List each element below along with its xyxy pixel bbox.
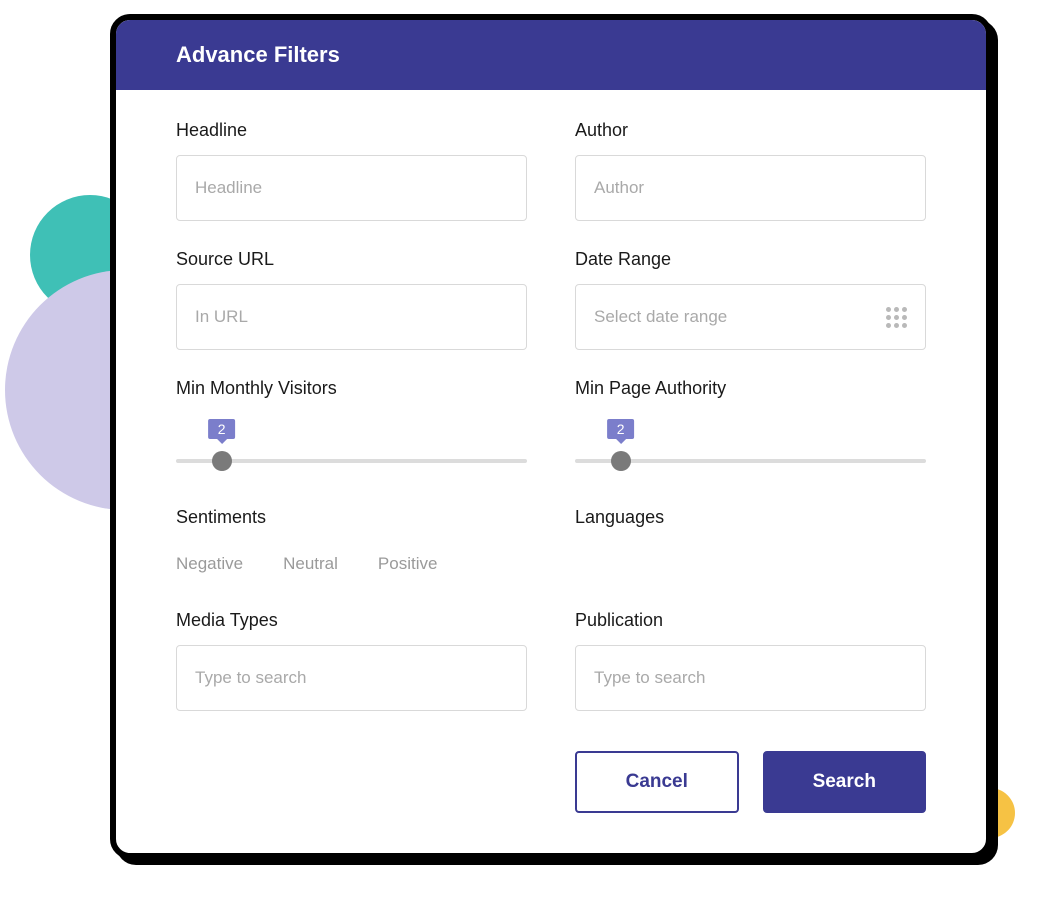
advance-filters-modal: Advance Filters Headline Author Source U… xyxy=(110,14,992,859)
cancel-button[interactable]: Cancel xyxy=(575,751,739,813)
min-visitors-label: Min Monthly Visitors xyxy=(176,378,527,399)
modal-body: Headline Author Source URL Date Range Se… xyxy=(116,90,986,853)
publication-input[interactable] xyxy=(575,645,926,711)
calendar-icon xyxy=(886,307,907,328)
source-url-input[interactable] xyxy=(176,284,527,350)
field-headline: Headline xyxy=(176,120,527,221)
field-sentiments: Sentiments Negative Neutral Positive xyxy=(176,507,527,582)
search-button[interactable]: Search xyxy=(763,751,927,813)
media-types-label: Media Types xyxy=(176,610,527,631)
modal-header: Advance Filters xyxy=(116,20,986,90)
date-range-placeholder: Select date range xyxy=(594,307,727,327)
min-authority-label: Min Page Authority xyxy=(575,378,926,399)
sentiment-chip-negative[interactable]: Negative xyxy=(176,548,243,580)
min-visitors-tooltip: 2 xyxy=(208,419,236,439)
author-input[interactable] xyxy=(575,155,926,221)
author-label: Author xyxy=(575,120,926,141)
publication-label: Publication xyxy=(575,610,926,631)
field-source-url: Source URL xyxy=(176,249,527,350)
headline-label: Headline xyxy=(176,120,527,141)
min-visitors-handle[interactable] xyxy=(212,451,232,471)
languages-label: Languages xyxy=(575,507,926,528)
field-publication: Publication xyxy=(575,610,926,711)
date-range-input[interactable]: Select date range xyxy=(575,284,926,350)
date-range-label: Date Range xyxy=(575,249,926,270)
sentiments-label: Sentiments xyxy=(176,507,527,528)
modal-title: Advance Filters xyxy=(176,42,340,67)
headline-input[interactable] xyxy=(176,155,527,221)
min-authority-slider[interactable]: 2 xyxy=(575,419,926,479)
field-min-visitors: Min Monthly Visitors 2 xyxy=(176,378,527,479)
field-author: Author xyxy=(575,120,926,221)
min-authority-handle[interactable] xyxy=(611,451,631,471)
sentiment-chip-positive[interactable]: Positive xyxy=(378,548,438,580)
modal-footer: Cancel Search xyxy=(575,751,926,813)
field-min-authority: Min Page Authority 2 xyxy=(575,378,926,479)
languages-area[interactable] xyxy=(575,542,926,582)
field-date-range: Date Range Select date range xyxy=(575,249,926,350)
sentiment-chip-neutral[interactable]: Neutral xyxy=(283,548,338,580)
media-types-input[interactable] xyxy=(176,645,527,711)
min-authority-tooltip: 2 xyxy=(607,419,635,439)
field-languages: Languages xyxy=(575,507,926,582)
min-visitors-slider[interactable]: 2 xyxy=(176,419,527,479)
source-url-label: Source URL xyxy=(176,249,527,270)
field-media-types: Media Types xyxy=(176,610,527,711)
